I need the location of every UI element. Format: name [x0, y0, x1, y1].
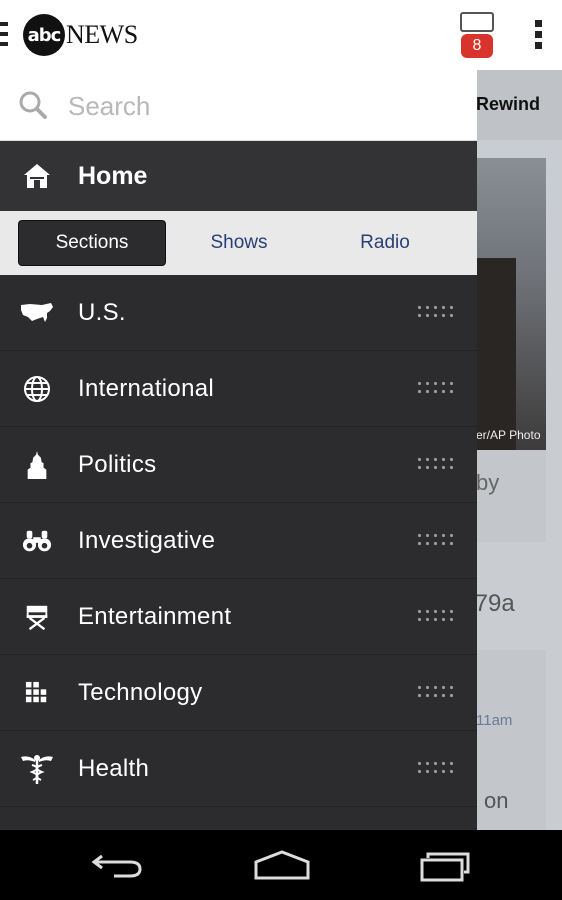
system-nav-bar: [0, 830, 562, 900]
section-item-health[interactable]: Health: [0, 731, 477, 807]
photo-credit: er/AP Photo: [476, 428, 541, 442]
search-bar: [0, 70, 477, 141]
drag-handle-icon[interactable]: [418, 534, 456, 548]
drag-handle-icon[interactable]: [418, 610, 456, 624]
story-text-fragment-2: on: [484, 788, 509, 813]
logo-text: NEWS: [66, 20, 138, 49]
section-item-label: Health: [78, 754, 150, 782]
tab-sections[interactable]: Sections: [19, 221, 165, 265]
story-time: 11am: [476, 712, 513, 729]
section-item-label: Technology: [78, 678, 203, 706]
section-item-international[interactable]: International: [0, 351, 477, 427]
story-photo: er/AP Photo: [476, 158, 546, 450]
story-card-2[interactable]: 11am on: [476, 650, 546, 830]
menu-icon[interactable]: [0, 22, 8, 48]
section-item-us[interactable]: U.S.: [0, 275, 477, 351]
inbox-count-badge: 8: [461, 34, 493, 58]
section-item-label: U.S.: [78, 298, 126, 326]
drag-handle-icon[interactable]: [418, 382, 456, 396]
section-item-politics[interactable]: Politics: [0, 427, 477, 503]
overflow-menu-icon[interactable]: [534, 20, 544, 52]
back-icon[interactable]: [88, 848, 148, 882]
drag-handle-icon[interactable]: [418, 458, 456, 472]
home-icon: [24, 164, 50, 188]
tab-shows[interactable]: Shows: [166, 221, 312, 265]
inbox-button[interactable]: 8: [459, 12, 495, 58]
navigation-drawer: Home Sections Shows Radio U.S.: [0, 70, 477, 830]
drag-handle-icon[interactable]: [418, 306, 456, 320]
story-headline-fragment: by: [476, 470, 500, 495]
abc-news-logo: abc NEWS: [23, 14, 138, 56]
search-input[interactable]: [68, 86, 458, 126]
photo-person: [476, 258, 516, 450]
section-item-entertainment[interactable]: Entertainment: [0, 579, 477, 655]
section-list: U.S. International Politics Investigativ…: [0, 275, 477, 830]
capitol-icon: [20, 448, 54, 482]
drawer-home-item[interactable]: Home: [0, 141, 477, 211]
section-item-label: Entertainment: [78, 602, 232, 630]
section-item-partial[interactable]: [0, 807, 477, 830]
story-card[interactable]: er/AP Photo by: [476, 158, 546, 542]
background-content: Rewind er/AP Photo by f79a 11am on: [476, 70, 562, 830]
tab-radio[interactable]: Radio: [312, 221, 458, 265]
story-text-fragment: f79a: [476, 590, 515, 617]
drag-handle-icon[interactable]: [418, 762, 456, 776]
drag-handle-icon[interactable]: [418, 686, 456, 700]
caduceus-icon: [20, 752, 54, 786]
search-icon: [19, 91, 47, 119]
rewind-tab[interactable]: Rewind: [476, 94, 540, 115]
background-tab-bar: Rewind: [476, 70, 562, 140]
section-item-technology[interactable]: Technology: [0, 655, 477, 731]
inbox-icon: [460, 12, 494, 32]
binoculars-icon: [20, 524, 54, 558]
home-nav-icon[interactable]: [252, 848, 312, 882]
logo-circle: abc: [23, 14, 65, 56]
section-item-label: Investigative: [78, 526, 216, 554]
grid-icon: [20, 676, 54, 710]
globe-icon: [20, 372, 54, 406]
screen: abc NEWS 8 Rewind er/AP Photo by f79a 11…: [0, 0, 562, 900]
us-map-icon: [20, 296, 54, 330]
home-label: Home: [78, 161, 148, 190]
directors-chair-icon: [20, 600, 54, 634]
app-bar: abc NEWS 8: [0, 0, 562, 70]
recent-apps-icon[interactable]: [418, 848, 478, 882]
section-item-investigative[interactable]: Investigative: [0, 503, 477, 579]
section-item-label: International: [78, 374, 214, 402]
section-item-label: Politics: [78, 450, 157, 478]
section-switcher: Sections Shows Radio: [0, 211, 477, 275]
